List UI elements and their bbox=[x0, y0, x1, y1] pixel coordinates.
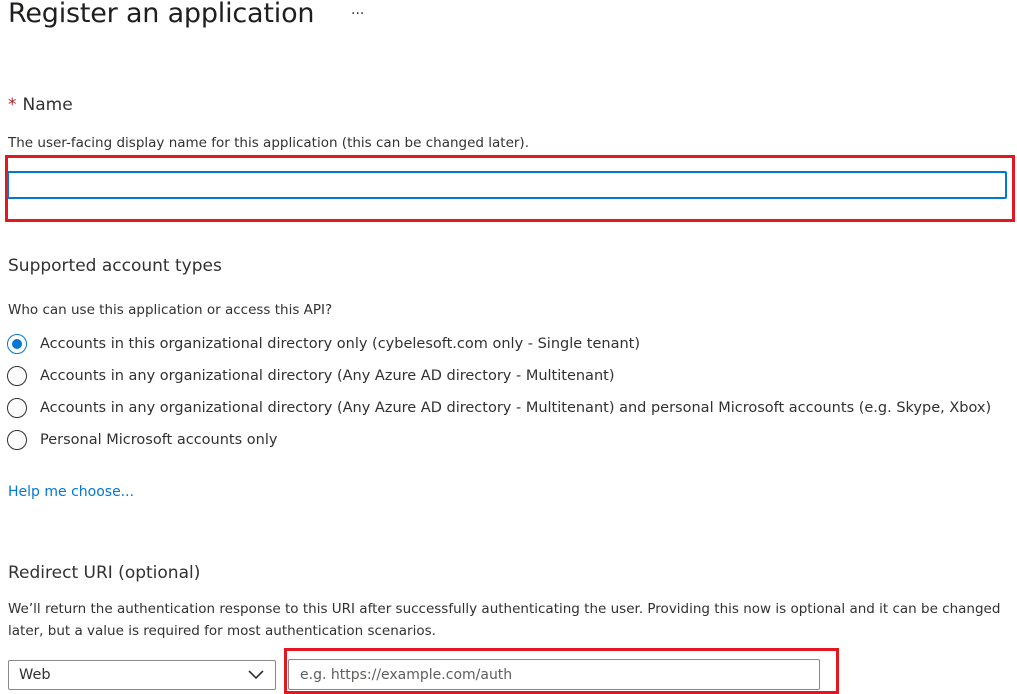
help-me-choose-link[interactable]: Help me choose... bbox=[8, 482, 134, 502]
radio-label: Accounts in this organizational director… bbox=[40, 336, 640, 352]
required-marker: * bbox=[8, 95, 17, 115]
redirect-uri-input[interactable] bbox=[288, 659, 820, 690]
chevron-down-icon bbox=[248, 670, 264, 680]
name-description: The user-facing display name for this ap… bbox=[8, 135, 529, 151]
name-input[interactable] bbox=[7, 171, 1007, 199]
radio-button[interactable] bbox=[7, 398, 27, 418]
radio-button[interactable] bbox=[7, 366, 27, 386]
name-label-text: Name bbox=[22, 95, 73, 115]
radio-button-selected[interactable] bbox=[7, 334, 27, 354]
radio-label: Accounts in any organizational directory… bbox=[40, 368, 615, 384]
account-types-question: Who can use this application or access t… bbox=[8, 302, 333, 318]
register-app-page: Register an application ··· * Name The us… bbox=[0, 0, 1017, 694]
redirect-uri-description: We’ll return the authentication response… bbox=[8, 601, 1001, 639]
platform-select[interactable]: Web bbox=[8, 660, 276, 690]
account-types-heading: Supported account types bbox=[8, 256, 222, 276]
radio-option-multitenant-personal[interactable]: Accounts in any organizational directory… bbox=[7, 396, 991, 420]
page-title: Register an application bbox=[8, 0, 315, 29]
platform-select-value: Web bbox=[19, 667, 51, 683]
radio-option-multitenant[interactable]: Accounts in any organizational directory… bbox=[7, 364, 614, 388]
radio-option-personal-only[interactable]: Personal Microsoft accounts only bbox=[7, 428, 277, 452]
radio-option-single-tenant[interactable]: Accounts in this organizational director… bbox=[7, 332, 640, 356]
more-icon[interactable]: ··· bbox=[351, 4, 364, 24]
radio-button[interactable] bbox=[7, 430, 27, 450]
redirect-uri-heading: Redirect URI (optional) bbox=[8, 563, 201, 583]
radio-label: Personal Microsoft accounts only bbox=[40, 432, 278, 448]
name-label: * Name bbox=[8, 94, 73, 116]
radio-label: Accounts in any organizational directory… bbox=[40, 400, 992, 416]
